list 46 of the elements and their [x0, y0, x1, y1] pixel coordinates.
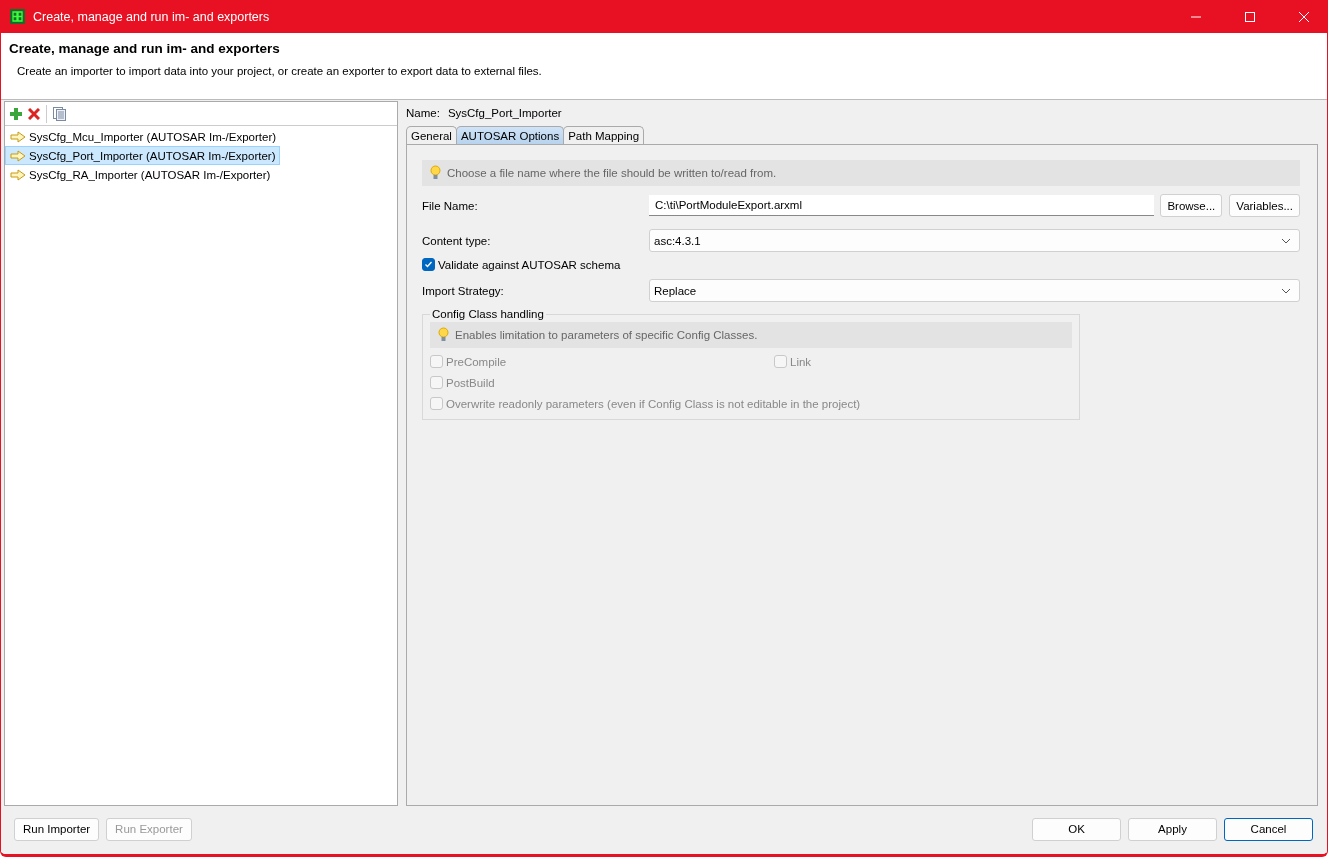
hint-text: Choose a file name where the file should be written to/read from.	[447, 167, 777, 179]
importer-item[interactable]: SysCfg_Mcu_Importer (AUTOSAR Im-/Exporter)	[5, 127, 282, 146]
hint-text: Enables limitation to parameters of specific Config Classes.	[455, 329, 758, 341]
dialog-title: Create, manage and run im- and exporters	[9, 41, 281, 56]
option-label: Overwrite readonly parameters (even if Config Class is not editable in the project)	[446, 397, 861, 410]
delete-icon[interactable]	[28, 107, 40, 120]
file-name-label: File Name:	[422, 199, 479, 212]
arrow-icon	[10, 130, 26, 143]
browse-button[interactable]: Variables...	[1229, 194, 1300, 217]
option-label: PreCompile	[446, 355, 507, 368]
name-label: Name:	[406, 107, 440, 119]
arrow-icon	[10, 149, 26, 162]
dialog-description: Create an importer to import data into your project, or create an exporter to export data to external files.	[16, 65, 543, 77]
name-value: SysCfg_Port_Importer	[447, 107, 562, 119]
copy-icon[interactable]	[53, 106, 66, 121]
option-label: PostBuild	[446, 376, 495, 389]
maximize-icon	[1245, 11, 1255, 22]
lightbulb-icon	[438, 327, 449, 343]
window-title: Create, manage and run im- and exporters	[33, 9, 271, 24]
arrow-icon	[10, 168, 26, 181]
content-type-label: Content type:	[422, 234, 492, 247]
lightbulb-icon	[430, 165, 441, 181]
importer-item[interactable]: SysCfg_Port_Importer (AUTOSAR Im-/Exporter)	[5, 146, 281, 165]
dialog-button[interactable]: Apply	[1128, 817, 1217, 841]
app-icon	[10, 9, 25, 24]
chevron-down-icon	[1281, 237, 1291, 244]
tab[interactable]: General	[406, 126, 457, 144]
import-strategy-dropdown[interactable]: Replace	[649, 279, 1300, 302]
tab[interactable]: AUTOSAR Options	[455, 126, 565, 144]
option-label: Link	[790, 355, 812, 368]
import-strategy-label: Import Strategy:	[422, 284, 505, 297]
close-icon	[1299, 11, 1309, 22]
tab[interactable]: Path Mapping	[563, 126, 645, 144]
importer-item[interactable]: SysCfg_RA_Importer (AUTOSAR Im-/Exporter)	[5, 165, 276, 184]
browse-button[interactable]: Browse...	[1160, 194, 1223, 217]
dialog-button[interactable]: OK	[1032, 817, 1121, 841]
validate-label: Validate against AUTOSAR schema	[438, 258, 621, 271]
run-button[interactable]: Run Importer	[14, 817, 100, 841]
file-name-field[interactable]: C:\ti\PortModuleExport.arxml	[649, 195, 1155, 216]
chevron-down-icon	[1281, 287, 1291, 294]
dialog-button[interactable]: Cancel	[1224, 817, 1313, 841]
add-icon[interactable]	[10, 107, 22, 120]
group-title: Config Class handling	[431, 308, 545, 320]
content-type-dropdown[interactable]: asc:4.3.1	[649, 229, 1300, 252]
validate-checkbox[interactable]	[422, 258, 435, 271]
check-icon	[424, 260, 433, 269]
